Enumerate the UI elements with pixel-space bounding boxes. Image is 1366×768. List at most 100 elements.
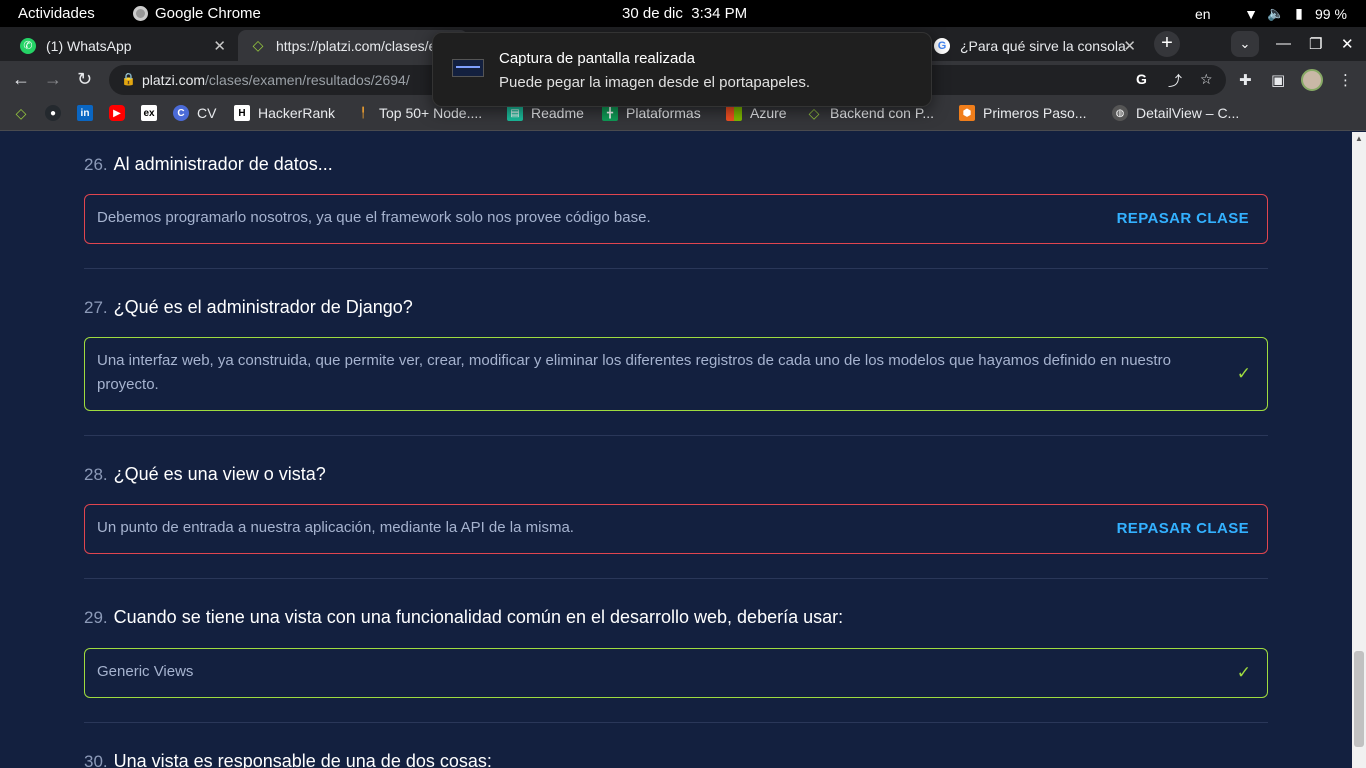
exercism-icon: ex	[141, 105, 157, 121]
bookmark-primeros-pasos[interactable]: ⬢ Primeros Paso...	[959, 105, 1086, 121]
bookmark-hackerrank[interactable]: H HackerRank	[234, 105, 335, 121]
bookmark-azure[interactable]: Azure	[726, 105, 787, 121]
tab-title: ¿Para qué sirve la consola	[960, 37, 1126, 54]
bookmark-label: Readme	[531, 105, 584, 121]
scrollbar-thumb[interactable]	[1354, 651, 1364, 747]
notification-title: Captura de pantalla realizada	[499, 50, 695, 67]
google-icon: G	[934, 37, 950, 54]
bookmark-label: Plataformas	[626, 105, 701, 121]
bookmark-label: Backend con P...	[830, 105, 935, 121]
bookmark-platzi[interactable]: ◇	[13, 105, 29, 121]
question-number: 27.	[84, 298, 108, 317]
divider	[84, 268, 1268, 269]
window-close-icon[interactable]: ✕	[1341, 35, 1354, 53]
question-title: 30. Una vista es responsable de una de do…	[84, 751, 492, 768]
cv-icon: C	[173, 105, 189, 121]
microsoft-icon	[726, 105, 742, 121]
bookmark-label: CV	[197, 105, 217, 121]
side-panel-icon[interactable]: ▣	[1271, 71, 1285, 89]
url-text[interactable]: platzi.com/clases/examen/resultados/2694…	[142, 72, 410, 88]
app-menu[interactable]: Google Chrome	[133, 5, 261, 22]
bookmark-detailview[interactable]: ◍ DetailView – C...	[1112, 105, 1239, 121]
answer-text: Una interfaz web, ya construida, que per…	[97, 352, 1171, 393]
answer-text: Debemos programarlo nosotros, ya que el …	[97, 209, 651, 226]
question-text: Cuando se tiene una vista con una funcio…	[113, 607, 844, 627]
bookmark-linkedin[interactable]: in	[77, 105, 93, 121]
bookmark-label: Azure	[750, 105, 787, 121]
google-lens-icon[interactable]: G	[1136, 71, 1147, 87]
bookmark-github[interactable]: ●	[45, 105, 61, 121]
question-number: 29.	[84, 608, 108, 627]
bookmark-readme[interactable]: ▤ Readme	[507, 105, 584, 121]
screenshot-thumbnail	[452, 59, 484, 77]
clock-time: 3:34 PM	[691, 5, 748, 22]
screenshot-notification[interactable]: Captura de pantalla realizada Puede pega…	[432, 32, 932, 107]
platzi-icon: ◇	[252, 37, 264, 53]
linkedin-icon: in	[77, 105, 93, 121]
hackerrank-icon: H	[234, 105, 250, 121]
close-icon[interactable]: ✕	[213, 37, 226, 55]
review-class-link[interactable]: REPASAR CLASE	[1117, 207, 1249, 231]
question-number: 30.	[84, 752, 108, 768]
battery-icon: ▮	[1295, 5, 1303, 21]
new-tab-button[interactable]: +	[1154, 31, 1180, 57]
divider	[84, 722, 1268, 723]
wifi-icon: ▼	[1244, 5, 1258, 22]
reload-icon[interactable]: ↻	[77, 69, 92, 90]
menu-icon[interactable]: ⋮	[1338, 71, 1353, 89]
volume-icon: 🔈	[1267, 5, 1285, 21]
minimize-icon[interactable]: —	[1276, 35, 1291, 52]
github-icon: ●	[45, 105, 61, 121]
question-title: 28. ¿Qué es una view o vista?	[84, 464, 326, 485]
divider	[84, 435, 1268, 436]
restore-icon[interactable]: ❐	[1309, 35, 1322, 53]
activities-button[interactable]: Actividades	[18, 5, 95, 22]
lock-icon[interactable]: 🔒	[121, 72, 136, 86]
question-text: Una vista es responsable de una de dos c…	[113, 751, 492, 768]
cube-icon: ⬢	[959, 105, 975, 121]
bookmark-plataformas[interactable]: ╋ Plataformas	[602, 105, 701, 121]
whatsapp-icon: ✆	[20, 37, 36, 54]
app-name: Google Chrome	[155, 5, 261, 22]
platzi-icon: ◇	[15, 104, 27, 121]
close-icon[interactable]: ✕	[1123, 37, 1136, 55]
question-title: 26. Al administrador de datos...	[84, 154, 333, 175]
extensions-icon[interactable]: ✚	[1239, 71, 1252, 89]
tab-whatsapp[interactable]: ✆ (1) WhatsApp ✕	[8, 30, 236, 61]
bookmark-youtube[interactable]: ▶	[109, 105, 125, 121]
answer-box-incorrect: Un punto de entrada a nuestra aplicación…	[84, 504, 1268, 554]
back-icon[interactable]: ←	[12, 69, 30, 90]
bookmark-cv[interactable]: C CV	[173, 105, 216, 121]
question-number: 26.	[84, 155, 108, 174]
tab-google-consola[interactable]: G ¿Para qué sirve la consola ✕	[922, 30, 1146, 61]
answer-box-correct: Una interfaz web, ya construida, que per…	[84, 337, 1268, 411]
bookmark-backend[interactable]: ◇ Backend con P...	[806, 104, 935, 122]
answer-text: Generic Views	[97, 663, 194, 680]
share-icon[interactable]: ⤴	[1168, 71, 1182, 91]
input-language[interactable]: en	[1195, 6, 1211, 22]
tab-search-button[interactable]: ⌄	[1231, 31, 1259, 57]
question-text: Al administrador de datos...	[113, 154, 333, 174]
clock[interactable]: 30 de dic 3:34 PM	[622, 5, 747, 22]
scroll-up-icon[interactable]: ▲	[1355, 134, 1363, 143]
chrome-icon	[133, 6, 148, 21]
sheets-icon: ╋	[602, 105, 618, 121]
profile-avatar[interactable]	[1301, 69, 1323, 91]
star-icon[interactable]: ☆	[1200, 71, 1213, 88]
forward-icon[interactable]: →	[44, 69, 62, 90]
system-tray[interactable]: ▼ 🔈 ▮ 99 %	[1243, 5, 1347, 22]
clock-date: 30 de dic	[622, 5, 683, 22]
battery-level: 99 %	[1315, 5, 1347, 22]
answer-text: Un punto de entrada a nuestra aplicación…	[97, 519, 574, 536]
bookmark-exercism[interactable]: ex	[141, 105, 157, 121]
divider	[84, 578, 1268, 579]
page-scrollbar[interactable]: ▲	[1352, 132, 1366, 768]
question-title: 27. ¿Qué es el administrador de Django?	[84, 297, 413, 318]
check-icon: ✓	[1236, 663, 1251, 682]
notification-body: Puede pegar la imagen desde el portapape…	[499, 74, 811, 91]
bookmark-top50-node[interactable]: ╿ Top 50+ Node....	[355, 105, 482, 121]
platzi-icon: ◇	[808, 104, 820, 121]
review-class-link[interactable]: REPASAR CLASE	[1117, 517, 1249, 541]
question-number: 28.	[84, 465, 108, 484]
check-icon: ✓	[1236, 364, 1251, 383]
